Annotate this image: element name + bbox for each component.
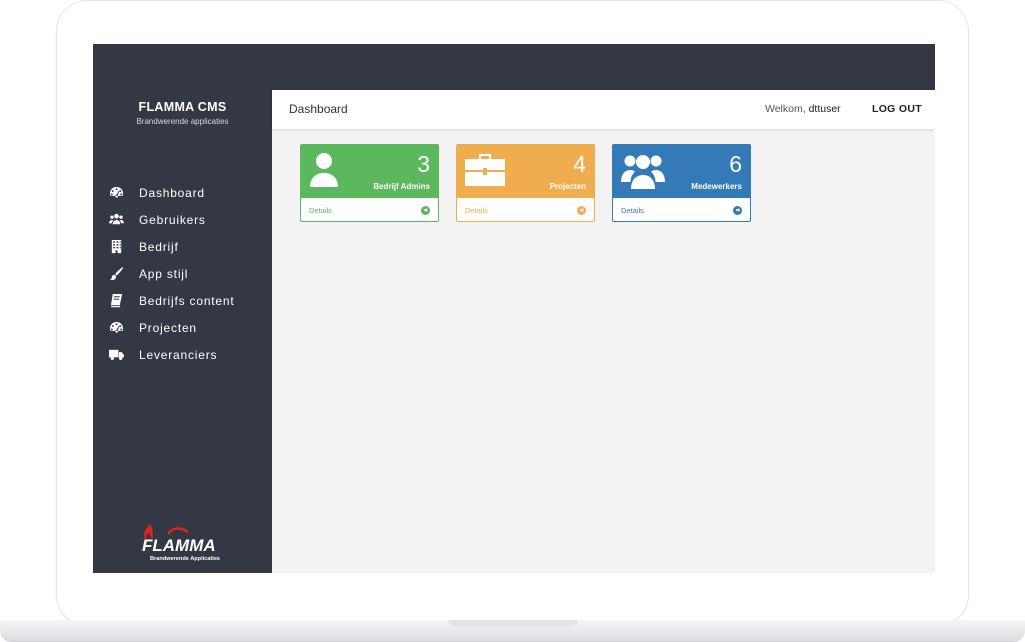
sidebar-nav: Dashboard Gebruikers Bedrijf App stijl B… (93, 179, 272, 368)
card-label: Medewerkers (691, 182, 742, 191)
details-label: Details (465, 205, 488, 215)
card-header: 4 Projecten (457, 145, 594, 198)
dashboard-icon (107, 185, 125, 201)
group-icon (621, 152, 665, 195)
card-header: 3 Bedrijf Admins (301, 145, 438, 198)
card-count: 3 (417, 151, 430, 177)
arrow-circle-right-icon (733, 205, 742, 215)
arrow-circle-right-icon (577, 205, 586, 215)
card-count: 6 (729, 151, 742, 177)
sidebar-item-bedrijfs-content[interactable]: Bedrijfs content (93, 287, 272, 314)
building-icon (107, 239, 125, 255)
sidebar-item-label: Projecten (139, 320, 197, 335)
book-icon (107, 293, 125, 309)
card-bedrijf-admins: 3 Bedrijf Admins Details (300, 144, 439, 222)
flamma-logo: FLAMMA Brandwerende Applicaties (142, 524, 220, 562)
dashboard-icon (107, 320, 125, 336)
arrow-circle-right-icon (421, 205, 430, 215)
details-link[interactable]: Details (613, 198, 750, 222)
sidebar-item-label: Bedrijfs content (139, 293, 235, 308)
briefcase-icon (465, 152, 505, 193)
card-projecten: 4 Projecten Details (456, 144, 595, 222)
top-header: Dashboard Welkom, dttuser LOG OUT (272, 90, 935, 129)
card-header: 6 Medewerkers (613, 145, 750, 198)
sidebar-item-label: App stijl (139, 266, 189, 281)
sidebar-item-leveranciers[interactable]: Leveranciers (93, 341, 272, 368)
users-icon (107, 212, 125, 228)
sidebar-item-app-stijl[interactable]: App stijl (93, 260, 272, 287)
sidebar-item-gebruikers[interactable]: Gebruikers (93, 206, 272, 233)
sidebar-item-label: Dashboard (139, 185, 205, 200)
sidebar-item-label: Gebruikers (139, 212, 206, 227)
sidebar-item-label: Leveranciers (139, 347, 218, 362)
page-title: Dashboard (289, 102, 348, 116)
card-count: 4 (573, 151, 586, 177)
card-medewerkers: 6 Medewerkers Details (612, 144, 751, 222)
details-label: Details (309, 205, 332, 215)
user-icon (309, 152, 339, 193)
details-link[interactable]: Details (457, 198, 594, 222)
sidebar-item-bedrijf[interactable]: Bedrijf (93, 233, 272, 260)
screen: FLAMMA CMS Brandwerende applicaties Dash… (93, 44, 935, 573)
card-label: Projecten (549, 182, 586, 191)
brand: FLAMMA CMS Brandwerende applicaties (93, 90, 272, 126)
screen-topbar (93, 44, 935, 90)
sidebar-item-label: Bedrijf (139, 239, 179, 254)
welcome-text: Welkom, dttuser (765, 103, 841, 115)
brand-subtitle: Brandwerende applicaties (136, 117, 229, 126)
brand-title: FLAMMA CMS (138, 100, 227, 114)
sidebar-item-projecten[interactable]: Projecten (93, 314, 272, 341)
logo-tagline: Brandwerende Applicaties (150, 556, 220, 562)
card-label: Bedrijf Admins (373, 182, 430, 191)
laptop-notch (448, 620, 578, 626)
paintbrush-icon (107, 266, 125, 282)
welcome-prefix: Welkom, (765, 103, 806, 115)
logout-button[interactable]: LOG OUT (872, 103, 922, 115)
details-link[interactable]: Details (301, 198, 438, 222)
details-label: Details (621, 205, 644, 215)
sidebar: FLAMMA CMS Brandwerende applicaties Dash… (93, 90, 272, 573)
logo-wordmark: FLAMMA (142, 536, 216, 555)
sidebar-item-dashboard[interactable]: Dashboard (93, 179, 272, 206)
username: dttuser (808, 103, 841, 115)
truck-icon (107, 347, 125, 363)
